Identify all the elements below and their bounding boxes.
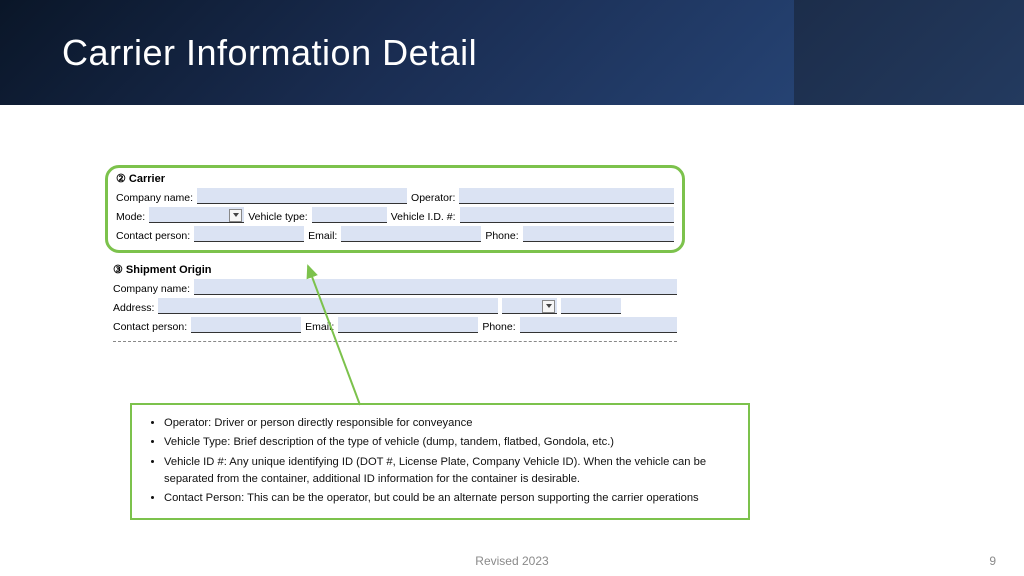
- origin-address-label: Address:: [113, 302, 154, 314]
- origin-address-field-2[interactable]: [561, 298, 621, 314]
- origin-address-select[interactable]: [502, 298, 557, 314]
- operator-field[interactable]: [459, 188, 674, 204]
- contact-label: Contact person:: [116, 230, 190, 242]
- email-field[interactable]: [341, 226, 481, 242]
- origin-contact-field[interactable]: [191, 317, 301, 333]
- vehicle-type-field[interactable]: [312, 207, 387, 223]
- phone-field[interactable]: [523, 226, 674, 242]
- note-item: Vehicle ID #: Any unique identifying ID …: [164, 454, 736, 489]
- origin-email-field[interactable]: [338, 317, 478, 333]
- slide-header: Carrier Information Detail: [0, 0, 1024, 105]
- origin-address-field[interactable]: [158, 298, 498, 314]
- origin-email-label: Email:: [305, 321, 334, 333]
- operator-label: Operator:: [411, 192, 455, 204]
- vehicle-type-label: Vehicle type:: [248, 211, 308, 223]
- origin-section: ③ Shipment Origin Company name: Address:…: [105, 261, 685, 348]
- company-name-field[interactable]: [197, 188, 407, 204]
- origin-company-label: Company name:: [113, 283, 190, 295]
- carrier-section-label: ② Carrier: [116, 172, 674, 185]
- contact-person-field[interactable]: [194, 226, 304, 242]
- page-number: 9: [989, 554, 996, 568]
- footer-revised: Revised 2023: [0, 554, 1024, 568]
- note-item: Vehicle Type: Brief description of the t…: [164, 434, 736, 451]
- carrier-section-highlight: ② Carrier Company name: Operator: Mode: …: [105, 165, 685, 253]
- dashed-separator: [113, 341, 677, 342]
- note-item: Operator: Driver or person directly resp…: [164, 415, 736, 432]
- page-title: Carrier Information Detail: [62, 32, 477, 74]
- origin-phone-label: Phone:: [482, 321, 515, 333]
- origin-phone-field[interactable]: [520, 317, 677, 333]
- email-label: Email:: [308, 230, 337, 242]
- notes-box: Operator: Driver or person directly resp…: [130, 403, 750, 520]
- notes-list: Operator: Driver or person directly resp…: [148, 415, 736, 508]
- phone-label: Phone:: [485, 230, 518, 242]
- slide-body: ② Carrier Company name: Operator: Mode: …: [0, 105, 1024, 576]
- origin-section-label: ③ Shipment Origin: [113, 263, 677, 276]
- note-item: Contact Person: This can be the operator…: [164, 490, 736, 507]
- origin-contact-label: Contact person:: [113, 321, 187, 333]
- carrier-row-contact: Contact person: Email: Phone:: [116, 226, 674, 242]
- form-area: ② Carrier Company name: Operator: Mode: …: [105, 165, 685, 348]
- company-name-label: Company name:: [116, 192, 193, 204]
- origin-row-company: Company name:: [113, 279, 677, 295]
- mode-label: Mode:: [116, 211, 145, 223]
- origin-row-contact: Contact person: Email: Phone:: [113, 317, 677, 333]
- carrier-row-company: Company name: Operator:: [116, 188, 674, 204]
- carrier-row-mode: Mode: Vehicle type: Vehicle I.D. #:: [116, 207, 674, 223]
- vehicle-id-field[interactable]: [460, 207, 674, 223]
- origin-row-address: Address:: [113, 298, 677, 314]
- vehicle-id-label: Vehicle I.D. #:: [391, 211, 456, 223]
- origin-company-field[interactable]: [194, 279, 677, 295]
- mode-select[interactable]: [149, 207, 244, 223]
